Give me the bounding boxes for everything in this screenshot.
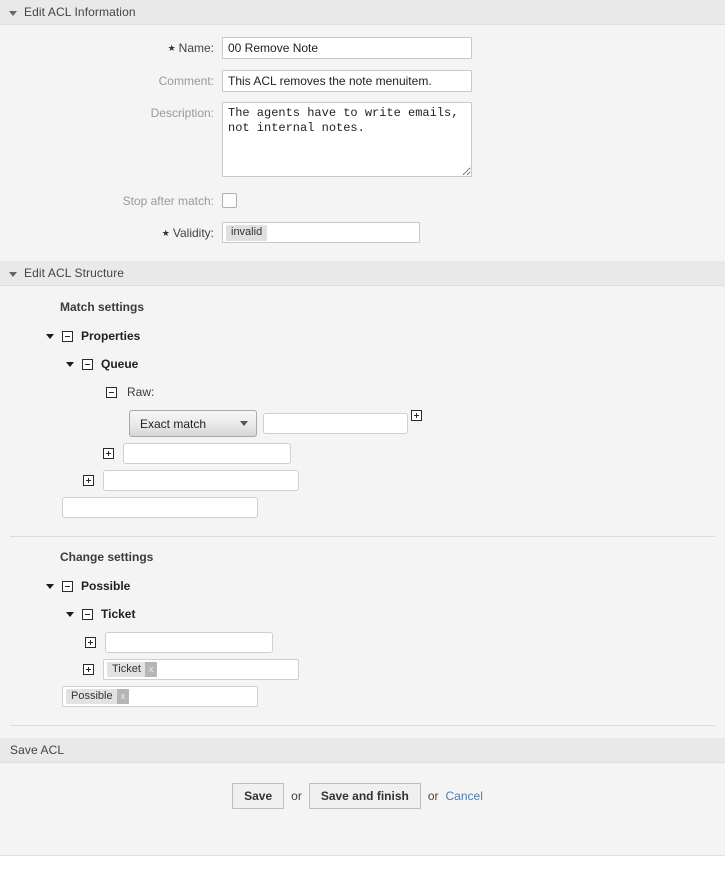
match-type-dropdown[interactable]: Exact match: [129, 410, 257, 437]
expand-caret-icon[interactable]: [46, 583, 54, 589]
expand-caret-icon[interactable]: [66, 611, 74, 617]
new-attribute-input[interactable]: [103, 470, 299, 491]
or-separator-1: or: [291, 789, 302, 803]
collapse-caret-icon[interactable]: [9, 10, 17, 16]
tree-row-queue[interactable]: Queue: [66, 354, 725, 374]
footer-button-row: Save or Save and finish or Cancel: [0, 783, 725, 809]
acl-information-form: ★Name: Comment: Description: The agents …: [0, 25, 725, 261]
field-row-validity: ★ Validity: invalid: [0, 222, 725, 245]
match-settings-title: Match settings: [60, 300, 145, 314]
new-value-input[interactable]: [123, 443, 291, 464]
collapse-minus-icon[interactable]: [82, 608, 93, 620]
or-separator-2: or: [427, 789, 439, 803]
chip-ticket: Ticket x: [107, 662, 158, 677]
chevron-down-icon: [240, 421, 248, 426]
section-title-save-acl: Save ACL: [10, 743, 65, 757]
label-stop-after-match: Stop after match:: [122, 194, 214, 208]
section-header-acl-information[interactable]: Edit ACL Information: [0, 0, 725, 25]
acl-edit-widget: Edit ACL Information ★Name: Comment: Des…: [0, 0, 725, 856]
add-attribute-plus-icon[interactable]: [83, 475, 94, 486]
change-ticket-chip-row: Ticket x: [83, 659, 725, 680]
settings-divider: [10, 536, 715, 537]
validity-selected-value: invalid: [226, 224, 268, 241]
collapse-caret-icon[interactable]: [9, 271, 17, 277]
new-section-input[interactable]: [62, 497, 258, 518]
add-attribute-plus-icon[interactable]: [83, 664, 94, 675]
collapse-minus-icon[interactable]: [82, 358, 93, 370]
expand-caret-icon[interactable]: [66, 361, 74, 367]
ticket-chip-input[interactable]: Ticket x: [103, 659, 299, 680]
field-row-description: Description: The agents have to write em…: [0, 102, 725, 180]
change-new-value-input[interactable]: [105, 632, 273, 653]
label-name: ★ Name:: [167, 41, 214, 55]
section-title-acl-information: Edit ACL Information: [24, 5, 136, 19]
label-comment: Comment:: [158, 74, 214, 88]
change-settings-title: Change settings: [60, 550, 154, 564]
section-header-acl-structure[interactable]: Edit ACL Structure: [0, 261, 725, 286]
chip-possible: Possible x: [66, 689, 130, 704]
collapse-minus-icon[interactable]: [106, 386, 117, 398]
save-button[interactable]: Save: [232, 783, 285, 809]
add-value-row: [103, 443, 725, 464]
validity-select[interactable]: invalid: [222, 222, 420, 243]
save-acl-footer: Save or Save and finish or Cancel: [0, 763, 725, 831]
collapse-minus-icon[interactable]: [62, 330, 73, 342]
chip-remove-icon[interactable]: x: [144, 662, 158, 677]
chip-ticket-label: Ticket: [112, 663, 141, 675]
tree-row-raw[interactable]: Raw:: [106, 382, 725, 402]
add-value-plus-icon[interactable]: [85, 637, 96, 648]
expand-caret-icon[interactable]: [46, 333, 54, 339]
chip-possible-label: Possible: [71, 690, 113, 702]
tree-row-ticket[interactable]: Ticket: [66, 604, 725, 624]
field-row-stop-after-match: Stop after match:: [0, 190, 725, 212]
save-and-finish-button[interactable]: Save and finish: [308, 783, 421, 809]
chip-remove-icon[interactable]: x: [116, 689, 130, 704]
acl-edit-screen: Edit ACL Information ★Name: Comment: Des…: [0, 0, 725, 869]
label-description: Description:: [150, 106, 214, 120]
tree-row-properties[interactable]: Properties: [46, 326, 725, 346]
structure-bottom-divider: [10, 725, 715, 726]
field-row-name: ★ Name:: [0, 37, 725, 60]
match-type-row: Exact match: [129, 410, 725, 437]
add-attribute-row: [83, 470, 725, 491]
match-value-input[interactable]: [263, 413, 408, 434]
change-add-value-row: [85, 632, 725, 653]
tree-row-possible[interactable]: Possible: [46, 576, 725, 596]
required-star-icon: ★: [161, 228, 170, 238]
match-type-value: Exact match: [140, 416, 207, 431]
add-value-plus-icon[interactable]: [411, 410, 422, 421]
add-value-plus-icon[interactable]: [103, 448, 114, 459]
possible-chip-input[interactable]: Possible x: [62, 686, 258, 707]
tree-label-ticket: Ticket: [101, 607, 136, 621]
section-title-acl-structure: Edit ACL Structure: [24, 266, 125, 280]
change-possible-chip-row: Possible x: [62, 686, 725, 707]
tree-label-properties: Properties: [81, 329, 141, 343]
section-header-save-acl: Save ACL: [0, 738, 725, 763]
name-input[interactable]: [222, 37, 472, 59]
description-textarea[interactable]: The agents have to write emails, not int…: [222, 102, 472, 177]
acl-structure-body: Match settings Properties Queue Raw: Exa…: [0, 286, 725, 726]
tree-label-queue: Queue: [101, 357, 139, 371]
tree-label-raw: Raw:: [127, 385, 155, 399]
label-validity: ★ Validity:: [161, 226, 214, 240]
stop-after-match-checkbox[interactable]: [222, 193, 237, 208]
tree-label-possible: Possible: [81, 579, 131, 593]
cancel-link[interactable]: Cancel: [446, 789, 483, 803]
comment-input[interactable]: [222, 70, 472, 92]
collapse-minus-icon[interactable]: [62, 580, 73, 592]
field-row-comment: Comment:: [0, 70, 725, 92]
add-section-row: [62, 497, 725, 518]
required-star-icon: ★: [167, 43, 176, 53]
